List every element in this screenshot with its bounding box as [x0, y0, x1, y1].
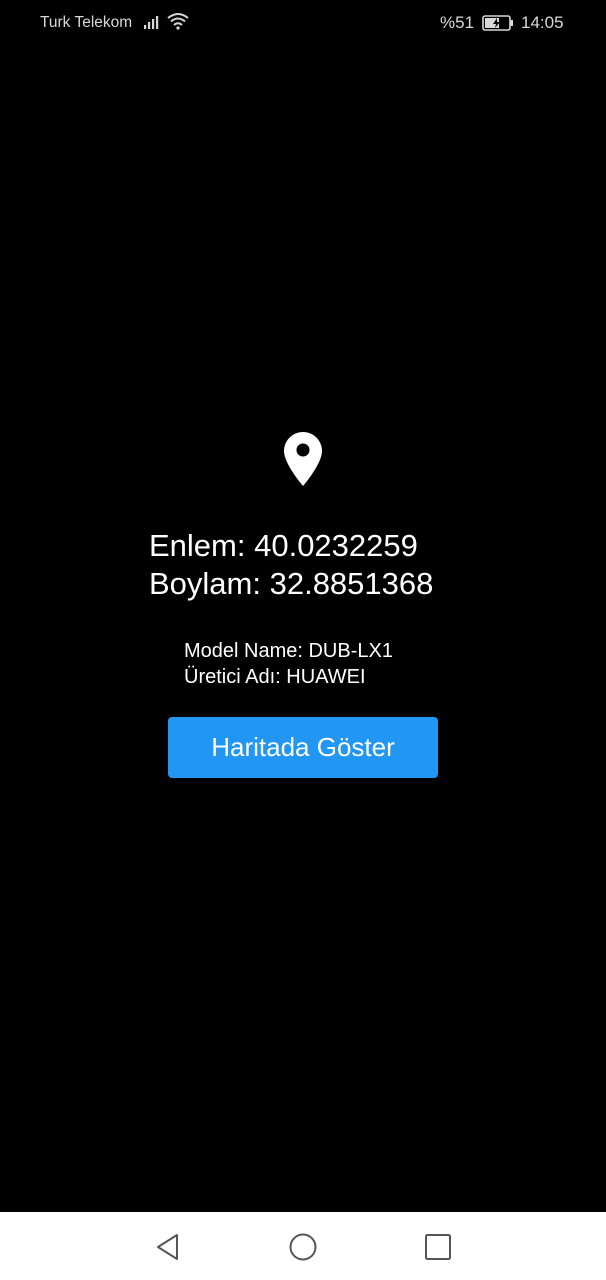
- home-icon[interactable]: [288, 1232, 318, 1262]
- signal-icon: [144, 16, 159, 29]
- show-on-map-button[interactable]: Haritada Göster: [168, 717, 438, 778]
- coordinates-block: Enlem: 40.0232259 Boylam: 32.8851368: [149, 527, 433, 603]
- latitude-text: Enlem: 40.0232259: [149, 528, 418, 563]
- recent-apps-icon[interactable]: [423, 1232, 453, 1262]
- back-icon[interactable]: [153, 1232, 183, 1262]
- app-screen: Turk Telekom %51 14:05 Enlem: 40.0232259: [0, 0, 606, 1280]
- location-pin-icon: [284, 432, 322, 486]
- carrier-name: Turk Telekom: [40, 14, 133, 31]
- battery-charging-icon: [482, 15, 513, 31]
- manufacturer-text: Üretici Adı: HUAWEI: [184, 666, 366, 688]
- clock: 14:05: [521, 13, 564, 32]
- longitude-text: Boylam: 32.8851368: [149, 566, 434, 601]
- model-name-text: Model Name: DUB-LX1: [184, 640, 393, 662]
- battery-percent: %51: [440, 13, 475, 32]
- device-info-block: Model Name: DUB-LX1 Üretici Adı: HUAWEI: [184, 638, 393, 690]
- status-bar: Turk Telekom %51 14:05: [0, 0, 606, 46]
- navigation-bar: [0, 1212, 606, 1280]
- wifi-icon: [167, 13, 189, 30]
